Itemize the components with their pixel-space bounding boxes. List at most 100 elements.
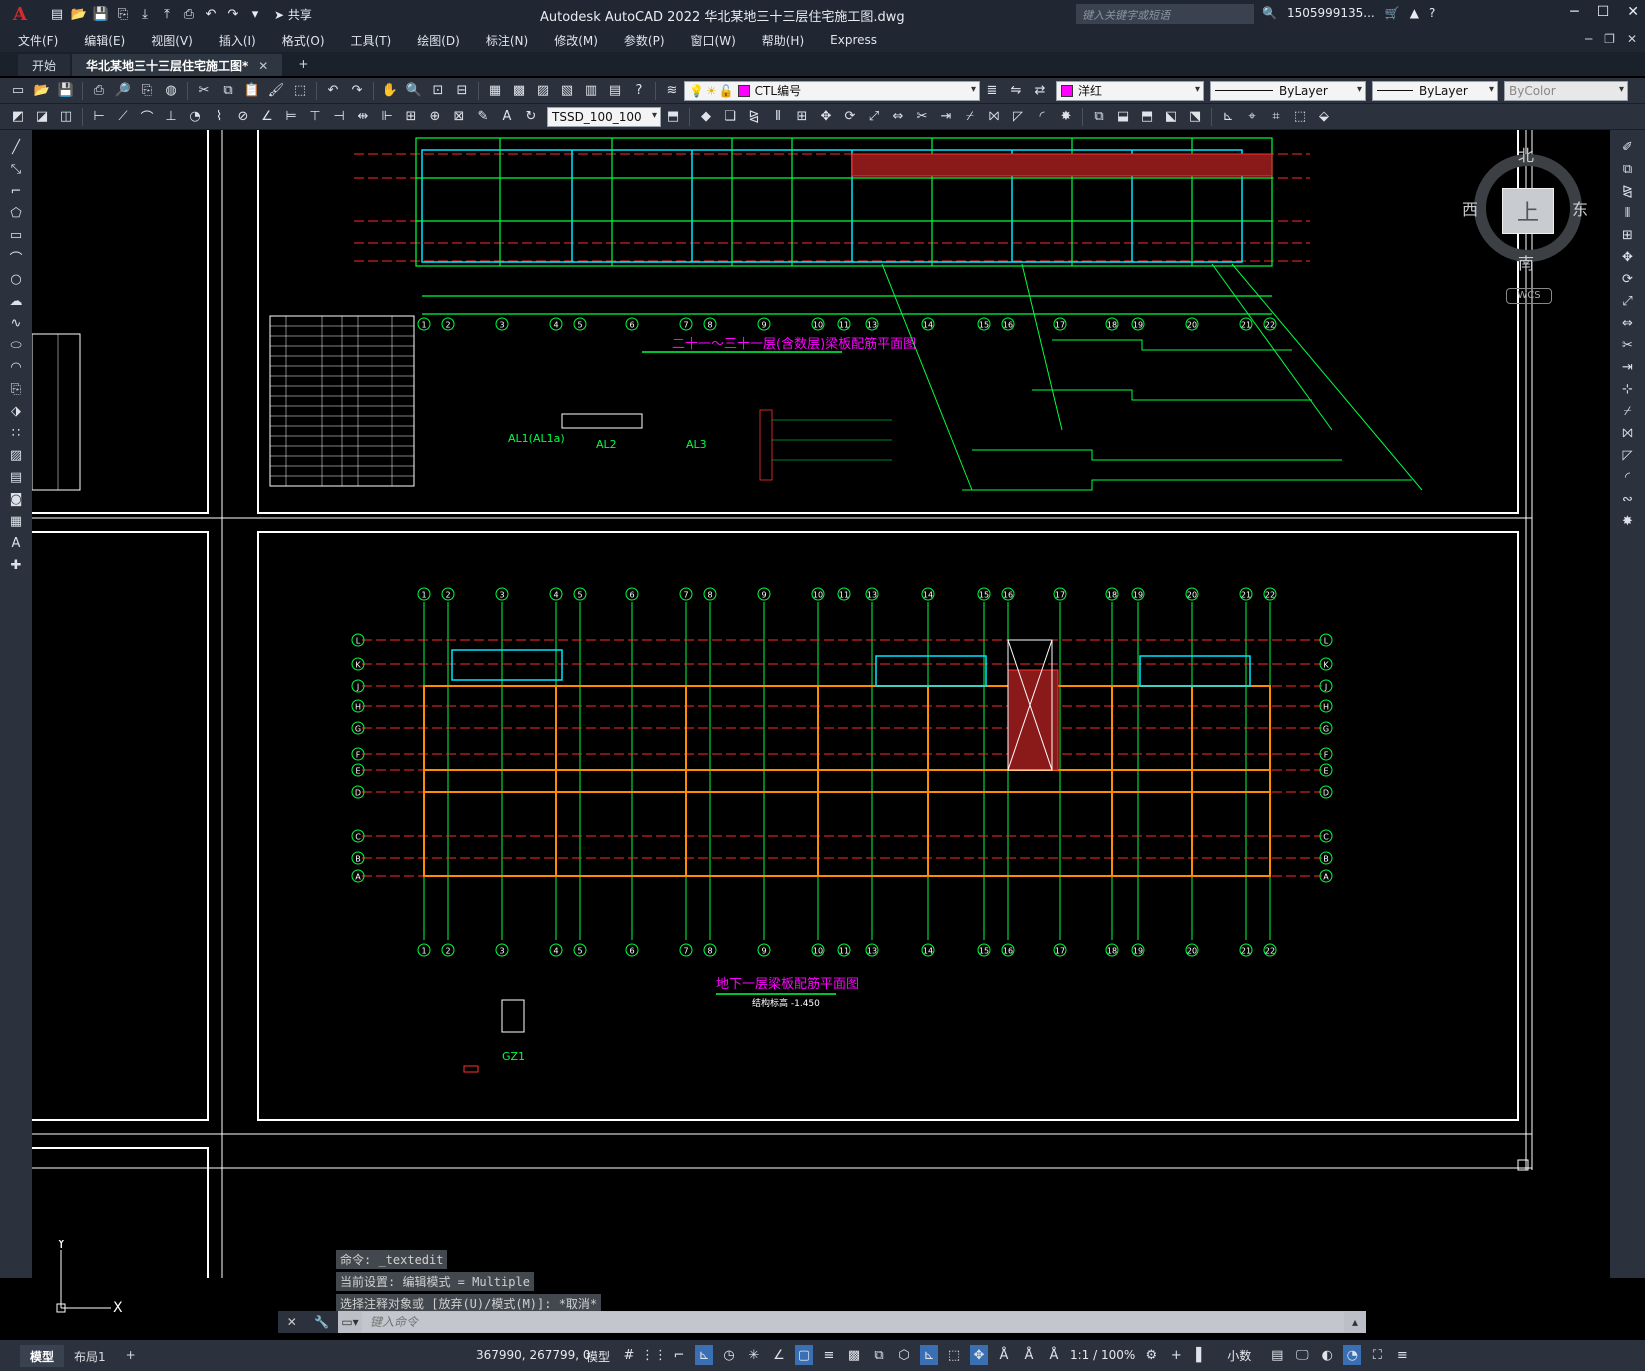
- close-icon[interactable]: ✕: [287, 1315, 297, 1329]
- join-icon[interactable]: ⨝: [984, 108, 1004, 126]
- ellipse-icon[interactable]: ⬭: [5, 336, 27, 355]
- graphics-performance-icon[interactable]: ◔: [1343, 1345, 1362, 1365]
- save-icon[interactable]: 💾: [56, 82, 76, 100]
- menu-express[interactable]: Express: [830, 33, 877, 47]
- open-icon[interactable]: 📂: [70, 5, 88, 23]
- clean-screen-icon[interactable]: ⛶: [1368, 1345, 1386, 1365]
- autocad-logo-icon[interactable]: A: [0, 0, 40, 28]
- array-icon[interactable]: ⊞: [1617, 226, 1639, 245]
- search-icon[interactable]: 🔍: [1262, 6, 1277, 20]
- dim-ordinate-icon[interactable]: ⊥: [161, 108, 181, 126]
- autodesk-a360-icon[interactable]: ▲: [1410, 6, 1419, 20]
- dim-baseline-icon[interactable]: ⊤: [305, 108, 325, 126]
- hatch-icon[interactable]: ▨: [5, 446, 27, 465]
- match-properties-icon[interactable]: 🖌: [266, 82, 286, 100]
- dim-space-icon[interactable]: ⇹: [353, 108, 373, 126]
- properties-icon[interactable]: ▦: [485, 82, 505, 100]
- join-icon[interactable]: ⨝: [1617, 424, 1639, 443]
- text-front-icon[interactable]: ⬕: [1161, 108, 1181, 126]
- dim-jogged-icon[interactable]: ⌇: [209, 108, 229, 126]
- customize-icon[interactable]: ▾: [246, 5, 264, 23]
- break-icon[interactable]: ⌿: [1617, 402, 1639, 421]
- selection-cycling-icon[interactable]: ⧉: [870, 1345, 888, 1365]
- menu-view[interactable]: 视图(V): [151, 32, 193, 49]
- compass-north[interactable]: 北: [1518, 142, 1534, 166]
- model-space-toggle[interactable]: 模型: [586, 1348, 610, 1365]
- bring-front-icon[interactable]: ⬓: [1113, 108, 1133, 126]
- tab-start[interactable]: 开始: [18, 54, 71, 76]
- erase-icon[interactable]: ◆: [696, 108, 716, 126]
- annotation-scale-icon[interactable]: Å: [1045, 1345, 1063, 1365]
- plot-icon[interactable]: ⎙: [180, 5, 198, 23]
- scale-icon[interactable]: ⤢: [864, 108, 884, 126]
- layer-dropdown[interactable]: 💡 ☀ 🔓 CTL编号 ▾: [684, 80, 980, 101]
- user-name[interactable]: 1505999135...: [1287, 6, 1375, 20]
- layer-previous-icon[interactable]: ⇋: [1006, 82, 1026, 100]
- save-as-icon[interactable]: ⎘: [114, 5, 132, 23]
- mirror-icon[interactable]: ⧎: [744, 108, 764, 126]
- chamfer-icon[interactable]: ◸: [1617, 446, 1639, 465]
- make-current-icon[interactable]: ≣: [982, 82, 1002, 100]
- spline-icon[interactable]: ∿: [5, 314, 27, 333]
- maximize-icon[interactable]: ☐: [1597, 4, 1610, 20]
- insert-block-icon[interactable]: ⎘: [5, 380, 27, 399]
- design-center-icon[interactable]: ▩: [509, 82, 529, 100]
- dim-aligned-icon[interactable]: ⟋: [113, 108, 133, 126]
- paste-icon[interactable]: 📋: [242, 82, 262, 100]
- color-dropdown[interactable]: 洋红 ▾: [1056, 80, 1204, 101]
- inspection-icon[interactable]: ⊠: [449, 108, 469, 126]
- menu-modify[interactable]: 修改(M): [554, 32, 598, 49]
- polar-icon[interactable]: ◷: [720, 1345, 738, 1365]
- open-web-icon[interactable]: ⤓: [136, 5, 154, 23]
- compass-east[interactable]: 东: [1572, 196, 1588, 220]
- rotate-icon[interactable]: ⟳: [1617, 270, 1639, 289]
- tssd-icon[interactable]: ◩: [8, 108, 28, 126]
- annotation-visibility-icon[interactable]: Å: [995, 1345, 1013, 1365]
- customization-icon[interactable]: ≡: [1393, 1345, 1411, 1365]
- revcloud-icon[interactable]: ☁: [5, 292, 27, 311]
- lock-ui-icon[interactable]: 🖵: [1293, 1345, 1311, 1365]
- dim-diameter-icon[interactable]: ⊘: [233, 108, 253, 126]
- snap-icon[interactable]: ⋮⋮: [641, 1345, 667, 1365]
- ucs-object-icon[interactable]: ⬙: [1314, 108, 1334, 126]
- object-snap-icon[interactable]: ▢: [795, 1345, 813, 1365]
- publish-icon[interactable]: ⎘: [137, 82, 157, 100]
- dim-linear-icon[interactable]: ⊢: [89, 108, 109, 126]
- dimstyle-icon[interactable]: ⬒: [663, 108, 683, 126]
- explode-icon[interactable]: ✸: [1056, 108, 1076, 126]
- tab-close-icon[interactable]: ✕: [258, 59, 268, 73]
- 3d-osnap-icon[interactable]: ⬡: [895, 1345, 913, 1365]
- sheet-set-icon[interactable]: ▧: [557, 82, 577, 100]
- copy-icon[interactable]: ⧉: [218, 82, 238, 100]
- help-search-input[interactable]: 键入关键字或短语: [1076, 4, 1254, 24]
- isolate-objects-icon[interactable]: ◐: [1318, 1345, 1336, 1365]
- polyline-icon[interactable]: ⌐: [5, 182, 27, 201]
- object-snap-tracking-icon[interactable]: ∠: [770, 1345, 788, 1365]
- cursor-coordinates[interactable]: 367990, 267799, 0: [476, 1348, 591, 1362]
- extend-icon[interactable]: ⇥: [936, 108, 956, 126]
- add-layout-icon[interactable]: +: [116, 1345, 146, 1367]
- compass-west[interactable]: 西: [1462, 196, 1478, 220]
- menu-dimension[interactable]: 标注(N): [486, 32, 528, 49]
- construction-line-icon[interactable]: ⤡: [5, 160, 27, 179]
- viewcube[interactable]: 上 北 南 东 西 WCS: [1462, 146, 1588, 304]
- tolerance-icon[interactable]: ⊞: [401, 108, 421, 126]
- dim-update-icon[interactable]: ↻: [521, 108, 541, 126]
- customize-icon[interactable]: 🔧: [314, 1315, 329, 1329]
- quick-dim-icon[interactable]: ⊨: [281, 108, 301, 126]
- qnew-icon[interactable]: ▭: [8, 82, 28, 100]
- menu-format[interactable]: 格式(O): [282, 32, 325, 49]
- units-value[interactable]: 小数: [1227, 1347, 1251, 1364]
- array-icon[interactable]: ⊞: [792, 108, 812, 126]
- fillet-icon[interactable]: ◜: [1032, 108, 1052, 126]
- hatch-back-icon[interactable]: ⬔: [1185, 108, 1205, 126]
- ucs-previous-icon[interactable]: ⌗: [1266, 108, 1286, 126]
- layer-match-icon[interactable]: ⇄: [1030, 82, 1050, 100]
- tssd-beam-icon[interactable]: ◪: [32, 108, 52, 126]
- cut-icon[interactable]: ✂: [194, 82, 214, 100]
- stretch-icon[interactable]: ⇔: [1617, 314, 1639, 333]
- center-mark-icon[interactable]: ⊕: [425, 108, 445, 126]
- menu-file[interactable]: 文件(F): [18, 32, 58, 49]
- circle-icon[interactable]: ○: [5, 270, 27, 289]
- menu-parametric[interactable]: 参数(P): [624, 32, 665, 49]
